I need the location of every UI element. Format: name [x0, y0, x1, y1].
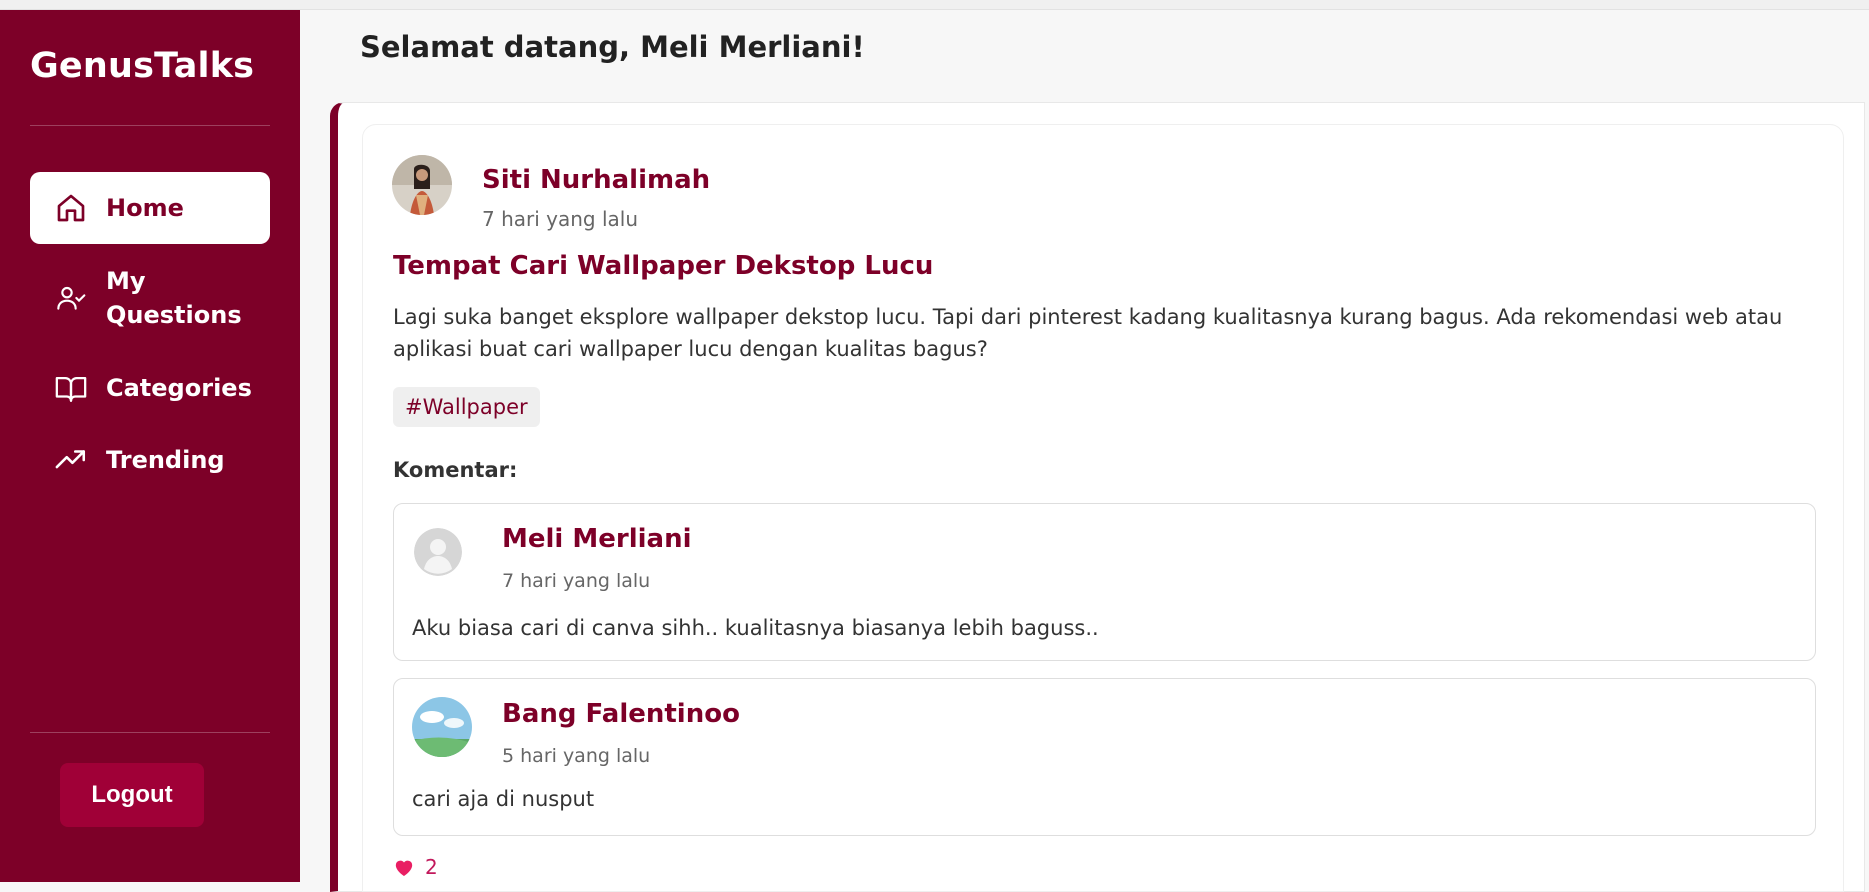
sidebar-item-home[interactable]: Home	[30, 172, 270, 244]
sidebar-item-label: Trending	[106, 446, 225, 474]
comments-heading: Komentar:	[393, 458, 518, 482]
sidebar-item-trending[interactable]: Trending	[30, 424, 270, 496]
post-body: Lagi suka banget eksplore wallpaper deks…	[393, 305, 1783, 361]
book-open-icon	[54, 371, 88, 405]
sidebar-divider-top	[30, 125, 270, 126]
comment-timestamp: 5 hari yang lalu	[502, 745, 651, 767]
post-timestamp: 7 hari yang lalu	[482, 207, 639, 231]
brand-logo: GenusTalks	[30, 46, 255, 86]
logout-button[interactable]: Logout	[60, 763, 204, 827]
post-title[interactable]: Tempat Cari Wallpaper Dekstop Lucu	[393, 251, 933, 281]
sidebar-item-label: Home	[106, 194, 184, 222]
sidebar-item-my-questions[interactable]: My Questions	[30, 244, 270, 352]
trending-up-icon	[54, 443, 88, 477]
home-icon	[54, 191, 88, 225]
question-card: Siti Nurhalimah 7 hari yang lalu Tempat …	[362, 124, 1844, 892]
comment-item: Meli Merliani 7 hari yang lalu Aku biasa…	[393, 503, 1816, 661]
sidebar-item-categories[interactable]: Categories	[30, 352, 270, 424]
like-count: 2	[425, 855, 438, 879]
sidebar-item-label: My Questions	[106, 267, 242, 329]
user-check-icon	[54, 281, 88, 315]
comment-author[interactable]: Bang Falentinoo	[502, 699, 740, 729]
sidebar: GenusTalks Home My Questions Categories	[0, 10, 300, 882]
comment-text: cari aja di nusput	[412, 787, 595, 811]
main-content: Selamat datang, Meli Merliani! Siti Nurh…	[300, 10, 1869, 892]
sidebar-divider-bottom	[30, 732, 270, 733]
post-author-name[interactable]: Siti Nurhalimah	[482, 165, 710, 195]
default-avatar-icon[interactable]	[414, 528, 462, 576]
comment-timestamp: 7 hari yang lalu	[502, 570, 651, 592]
comment-item: Bang Falentinoo 5 hari yang lalu cari aj…	[393, 678, 1816, 836]
comment-avatar[interactable]	[412, 697, 472, 757]
sidebar-item-label: Categories	[106, 374, 252, 402]
tag-badge[interactable]: #Wallpaper	[393, 387, 540, 427]
top-bar	[0, 0, 1869, 10]
like-button[interactable]: 2	[393, 855, 438, 879]
page-title: Selamat datang, Meli Merliani!	[360, 30, 865, 64]
heart-icon	[395, 860, 413, 877]
comment-text: Aku biasa cari di canva sihh.. kualitasn…	[412, 616, 1099, 640]
author-avatar[interactable]	[392, 155, 452, 215]
sidebar-nav: Home My Questions Categories Trending	[30, 172, 270, 496]
comment-author[interactable]: Meli Merliani	[502, 524, 692, 554]
